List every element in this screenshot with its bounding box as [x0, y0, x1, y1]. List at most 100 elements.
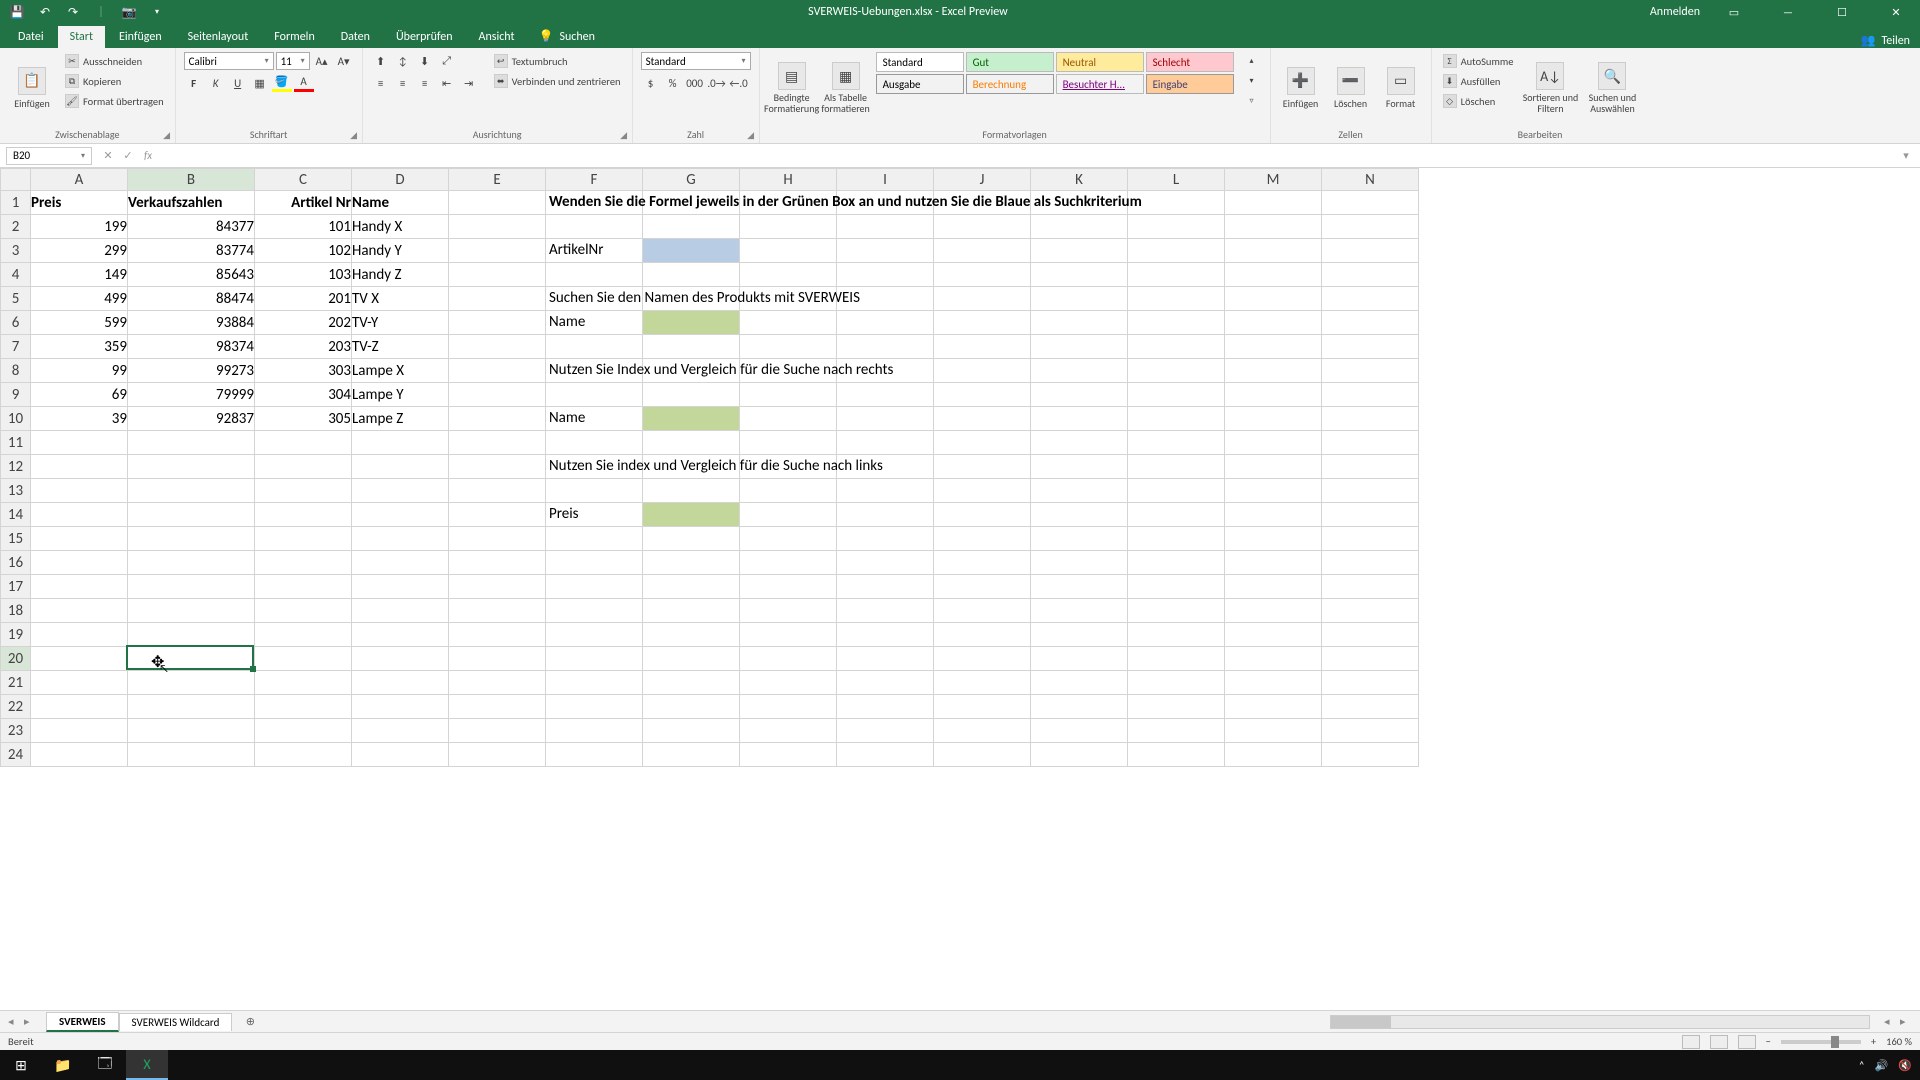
- horizontal-scrollbar[interactable]: [1330, 1015, 1870, 1029]
- cell-J15[interactable]: [934, 527, 1031, 551]
- cell-A6[interactable]: 599: [31, 311, 128, 335]
- style-input[interactable]: Eingabe: [1146, 74, 1234, 94]
- cell-B21[interactable]: [128, 671, 255, 695]
- cell-F22[interactable]: [546, 695, 643, 719]
- cell-F2[interactable]: [546, 215, 643, 239]
- cell-K3[interactable]: [1031, 239, 1128, 263]
- name-box[interactable]: B20▾: [6, 147, 92, 165]
- cell-styles-gallery[interactable]: Standard Gut Neutral Schlecht Ausgabe Be…: [876, 52, 1234, 94]
- cell-C24[interactable]: [255, 743, 352, 767]
- cell-H15[interactable]: [740, 527, 837, 551]
- align-bottom-button[interactable]: ⬇: [415, 52, 435, 70]
- cell-overflow-F10[interactable]: Name: [545, 406, 589, 430]
- cell-K9[interactable]: [1031, 383, 1128, 407]
- bold-button[interactable]: F: [184, 74, 204, 92]
- cell-L21[interactable]: [1128, 671, 1225, 695]
- cell-A1[interactable]: Preis: [31, 191, 128, 215]
- cell-F16[interactable]: [546, 551, 643, 575]
- cell-J6[interactable]: [934, 311, 1031, 335]
- cell-I11[interactable]: [837, 431, 934, 455]
- style-bad[interactable]: Schlecht: [1146, 52, 1234, 72]
- cell-J3[interactable]: [934, 239, 1031, 263]
- cell-H21[interactable]: [740, 671, 837, 695]
- cell-J9[interactable]: [934, 383, 1031, 407]
- cell-F17[interactable]: [546, 575, 643, 599]
- cell-N3[interactable]: [1322, 239, 1419, 263]
- cell-G14[interactable]: [643, 503, 740, 527]
- cell-C5[interactable]: 201: [255, 287, 352, 311]
- cell-G10[interactable]: [643, 407, 740, 431]
- row-header-19[interactable]: 19: [1, 623, 31, 647]
- column-header-J[interactable]: J: [934, 169, 1031, 191]
- cell-B24[interactable]: [128, 743, 255, 767]
- cell-H16[interactable]: [740, 551, 837, 575]
- cell-N1[interactable]: [1322, 191, 1419, 215]
- cell-K11[interactable]: [1031, 431, 1128, 455]
- cell-A9[interactable]: 69: [31, 383, 128, 407]
- cell-H3[interactable]: [740, 239, 837, 263]
- cell-J8[interactable]: [934, 359, 1031, 383]
- increase-decimal-button[interactable]: .0→: [707, 74, 727, 92]
- autosum-button[interactable]: ΣAutoSumme: [1440, 52, 1517, 70]
- cell-J12[interactable]: [934, 455, 1031, 479]
- cell-M20[interactable]: [1225, 647, 1322, 671]
- file-explorer-icon[interactable]: 📁: [42, 1050, 84, 1080]
- cell-N18[interactable]: [1322, 599, 1419, 623]
- cell-F13[interactable]: [546, 479, 643, 503]
- cell-H23[interactable]: [740, 719, 837, 743]
- cell-B7[interactable]: 98374: [128, 335, 255, 359]
- row-header-15[interactable]: 15: [1, 527, 31, 551]
- zoom-out-button[interactable]: −: [1766, 1035, 1771, 1048]
- cell-A8[interactable]: 99: [31, 359, 128, 383]
- align-right-button[interactable]: ≡: [415, 74, 435, 92]
- cancel-formula-icon[interactable]: ✕: [98, 147, 118, 165]
- cell-C12[interactable]: [255, 455, 352, 479]
- cell-L8[interactable]: [1128, 359, 1225, 383]
- cell-L3[interactable]: [1128, 239, 1225, 263]
- enter-formula-icon[interactable]: ✓: [118, 147, 138, 165]
- cell-A22[interactable]: [31, 695, 128, 719]
- cell-H14[interactable]: [740, 503, 837, 527]
- conditional-formatting-button[interactable]: ▤Bedingte Formatierung: [768, 52, 816, 124]
- cell-G15[interactable]: [643, 527, 740, 551]
- cell-E24[interactable]: [449, 743, 546, 767]
- cell-L10[interactable]: [1128, 407, 1225, 431]
- align-left-button[interactable]: ≡: [371, 74, 391, 92]
- cell-M6[interactable]: [1225, 311, 1322, 335]
- cell-M21[interactable]: [1225, 671, 1322, 695]
- styles-scroll-down-icon[interactable]: ▾: [1242, 72, 1262, 90]
- cell-N7[interactable]: [1322, 335, 1419, 359]
- cell-J13[interactable]: [934, 479, 1031, 503]
- cell-H22[interactable]: [740, 695, 837, 719]
- cell-K23[interactable]: [1031, 719, 1128, 743]
- style-good[interactable]: Gut: [966, 52, 1054, 72]
- styles-scroll-up-icon[interactable]: ▴: [1242, 52, 1262, 70]
- cell-J19[interactable]: [934, 623, 1031, 647]
- cell-B14[interactable]: [128, 503, 255, 527]
- font-color-button[interactable]: A: [294, 74, 314, 92]
- style-calculation[interactable]: Berechnung: [966, 74, 1054, 94]
- cell-G11[interactable]: [643, 431, 740, 455]
- cell-H19[interactable]: [740, 623, 837, 647]
- cell-K6[interactable]: [1031, 311, 1128, 335]
- cell-B1[interactable]: Verkaufszahlen: [128, 191, 255, 215]
- row-header-18[interactable]: 18: [1, 599, 31, 623]
- cell-E9[interactable]: [449, 383, 546, 407]
- cell-D3[interactable]: Handy Y: [352, 239, 449, 263]
- cell-A12[interactable]: [31, 455, 128, 479]
- cell-A7[interactable]: 359: [31, 335, 128, 359]
- comma-button[interactable]: 000: [685, 74, 705, 92]
- cell-H20[interactable]: [740, 647, 837, 671]
- cell-A10[interactable]: 39: [31, 407, 128, 431]
- cell-J16[interactable]: [934, 551, 1031, 575]
- cell-B10[interactable]: 92837: [128, 407, 255, 431]
- styles-more-icon[interactable]: ▿: [1242, 92, 1262, 110]
- row-header-13[interactable]: 13: [1, 479, 31, 503]
- cell-K2[interactable]: [1031, 215, 1128, 239]
- cell-M17[interactable]: [1225, 575, 1322, 599]
- cell-L9[interactable]: [1128, 383, 1225, 407]
- cell-M13[interactable]: [1225, 479, 1322, 503]
- cell-I23[interactable]: [837, 719, 934, 743]
- cell-D5[interactable]: TV X: [352, 287, 449, 311]
- cell-E2[interactable]: [449, 215, 546, 239]
